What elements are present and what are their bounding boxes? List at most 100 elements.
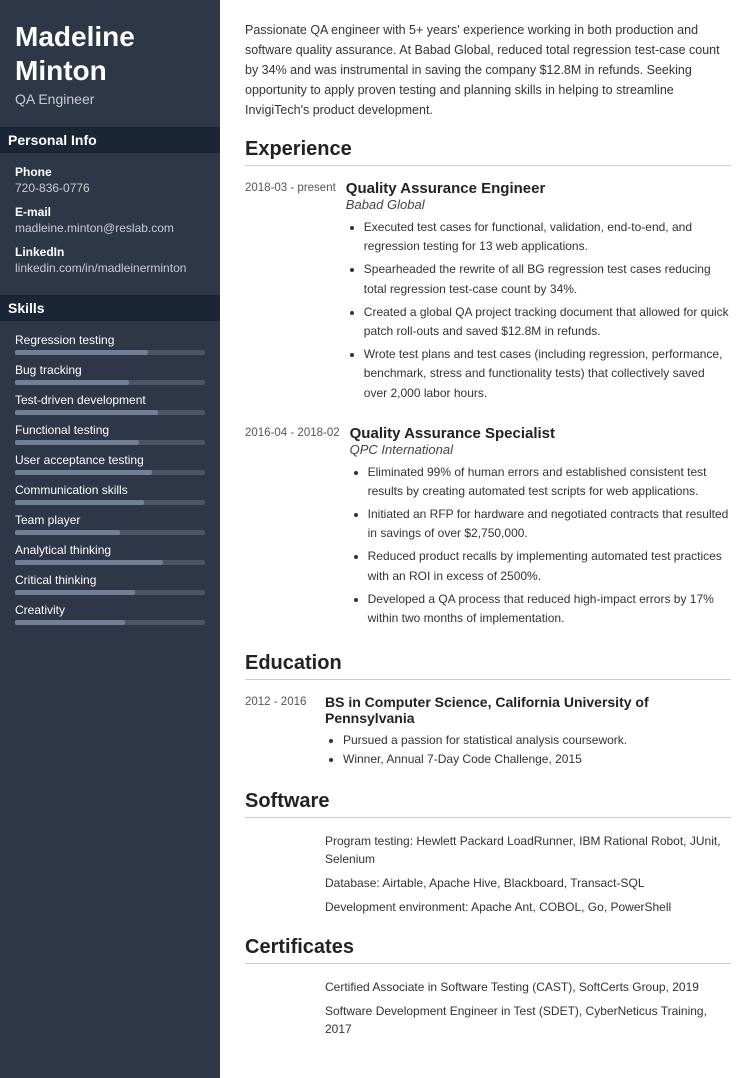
skill-item: User acceptance testing [15,453,205,475]
experience-header: Experience [245,138,731,166]
education-block: 2012 - 2016BS in Computer Science, Calif… [245,694,731,769]
skill-bar-background [15,560,205,565]
exp-company: Babad Global [346,197,731,212]
exp-bullet: Developed a QA process that reduced high… [368,590,731,628]
email-label: E-mail [15,205,205,219]
experience-block: 2016-04 - 2018-02Quality Assurance Speci… [245,425,731,633]
candidate-name: Madeline Minton [15,20,205,87]
skills-header: Skills [0,295,220,321]
skill-bar-background [15,590,205,595]
exp-content: Quality Assurance SpecialistQPC Internat… [350,425,731,633]
software-list: Program testing: Hewlett Packard LoadRun… [325,832,731,916]
education-list: 2012 - 2016BS in Computer Science, Calif… [245,694,731,769]
skill-name: Functional testing [15,423,205,437]
software-item: Database: Airtable, Apache Hive, Blackbo… [325,874,731,892]
exp-date: 2018-03 - present [245,180,346,407]
exp-date: 2016-04 - 2018-02 [245,425,350,633]
software-item: Development environment: Apache Ant, COB… [325,898,731,916]
certificates-header: Certificates [245,936,731,964]
education-section: Education 2012 - 2016BS in Computer Scie… [245,652,731,769]
skill-bar-fill [15,470,152,475]
skill-item: Creativity [15,603,205,625]
edu-content: BS in Computer Science, California Unive… [325,694,731,769]
skill-bar-background [15,440,205,445]
email-value: madleine.minton@reslab.com [15,221,205,235]
skill-bar-background [15,620,205,625]
edu-date: 2012 - 2016 [245,694,325,769]
skill-name: Test-driven development [15,393,205,407]
exp-company: QPC International [350,442,731,457]
skill-item: Regression testing [15,333,205,355]
exp-bullet: Reduced product recalls by implementing … [368,547,731,585]
skill-item: Analytical thinking [15,543,205,565]
education-header: Education [245,652,731,680]
skills-list: Regression testing Bug tracking Test-drive… [15,333,205,625]
edu-bullet: Winner, Annual 7-Day Code Challenge, 201… [343,750,731,769]
experience-block: 2018-03 - presentQuality Assurance Engin… [245,180,731,407]
software-header: Software [245,790,731,818]
skill-bar-fill [15,500,144,505]
summary-text: Passionate QA engineer with 5+ years' ex… [245,20,731,120]
exp-bullet: Created a global QA project tracking doc… [364,303,731,341]
skill-bar-fill [15,410,158,415]
skill-bar-background [15,350,205,355]
skill-bar-background [15,410,205,415]
skill-name: Creativity [15,603,205,617]
skill-name: Analytical thinking [15,543,205,557]
skills-section: Skills Regression testingBug trackingTes… [15,295,205,625]
cert-list: Certified Associate in Software Testing … [325,978,731,1038]
edu-bullet: Pursued a passion for statistical analys… [343,731,731,750]
exp-job-title: Quality Assurance Specialist [350,425,731,442]
cert-content: Certified Associate in Software Testing … [245,978,731,1038]
skill-bar-fill [15,350,148,355]
skill-name: Communication skills [15,483,205,497]
skill-bar-fill [15,530,120,535]
personal-info-header: Personal Info [0,127,220,153]
edu-bullets: Pursued a passion for statistical analys… [325,731,731,769]
skill-item: Bug tracking [15,363,205,385]
skill-bar-fill [15,590,135,595]
skill-name: Team player [15,513,205,527]
edu-degree: BS in Computer Science, California Unive… [325,694,731,726]
sidebar: Madeline Minton QA Engineer Personal Inf… [0,0,220,1078]
linkedin-label: LinkedIn [15,245,205,259]
software-content: Program testing: Hewlett Packard LoadRun… [245,832,731,916]
linkedin-value: linkedin.com/in/madleinerminton [15,261,205,275]
exp-job-title: Quality Assurance Engineer [346,180,731,197]
certificates-section: Certificates Certified Associate in Soft… [245,936,731,1038]
skill-bar-fill [15,560,163,565]
exp-bullet: Spearheaded the rewrite of all BG regres… [364,260,731,298]
skill-bar-background [15,470,205,475]
skill-name: User acceptance testing [15,453,205,467]
skill-bar-background [15,380,205,385]
skill-item: Test-driven development [15,393,205,415]
exp-bullet: Executed test cases for functional, vali… [364,218,731,256]
skill-bar-background [15,500,205,505]
skill-item: Critical thinking [15,573,205,595]
phone-label: Phone [15,165,205,179]
skill-item: Communication skills [15,483,205,505]
exp-bullets: Executed test cases for functional, vali… [346,218,731,403]
exp-content: Quality Assurance EngineerBabad Global Ex… [346,180,731,407]
experience-list: 2018-03 - presentQuality Assurance Engin… [245,180,731,632]
cert-item: Software Development Engineer in Test (S… [325,1002,731,1038]
exp-bullets: Eliminated 99% of human errors and estab… [350,463,731,629]
exp-bullet: Wrote test plans and test cases (includi… [364,345,731,403]
skill-name: Regression testing [15,333,205,347]
exp-bullet: Initiated an RFP for hardware and negoti… [368,505,731,543]
skill-item: Team player [15,513,205,535]
software-section: Software Program testing: Hewlett Packar… [245,790,731,916]
skill-name: Critical thinking [15,573,205,587]
cert-item: Certified Associate in Software Testing … [325,978,731,996]
phone-value: 720-836-0776 [15,181,205,195]
main-content: Passionate QA engineer with 5+ years' ex… [220,0,756,1078]
skill-bar-fill [15,620,125,625]
skill-bar-fill [15,440,139,445]
candidate-title: QA Engineer [15,91,205,107]
skill-item: Functional testing [15,423,205,445]
skill-bar-background [15,530,205,535]
skill-bar-fill [15,380,129,385]
skill-name: Bug tracking [15,363,205,377]
software-item: Program testing: Hewlett Packard LoadRun… [325,832,731,868]
experience-section: Experience 2018-03 - presentQuality Assu… [245,138,731,632]
